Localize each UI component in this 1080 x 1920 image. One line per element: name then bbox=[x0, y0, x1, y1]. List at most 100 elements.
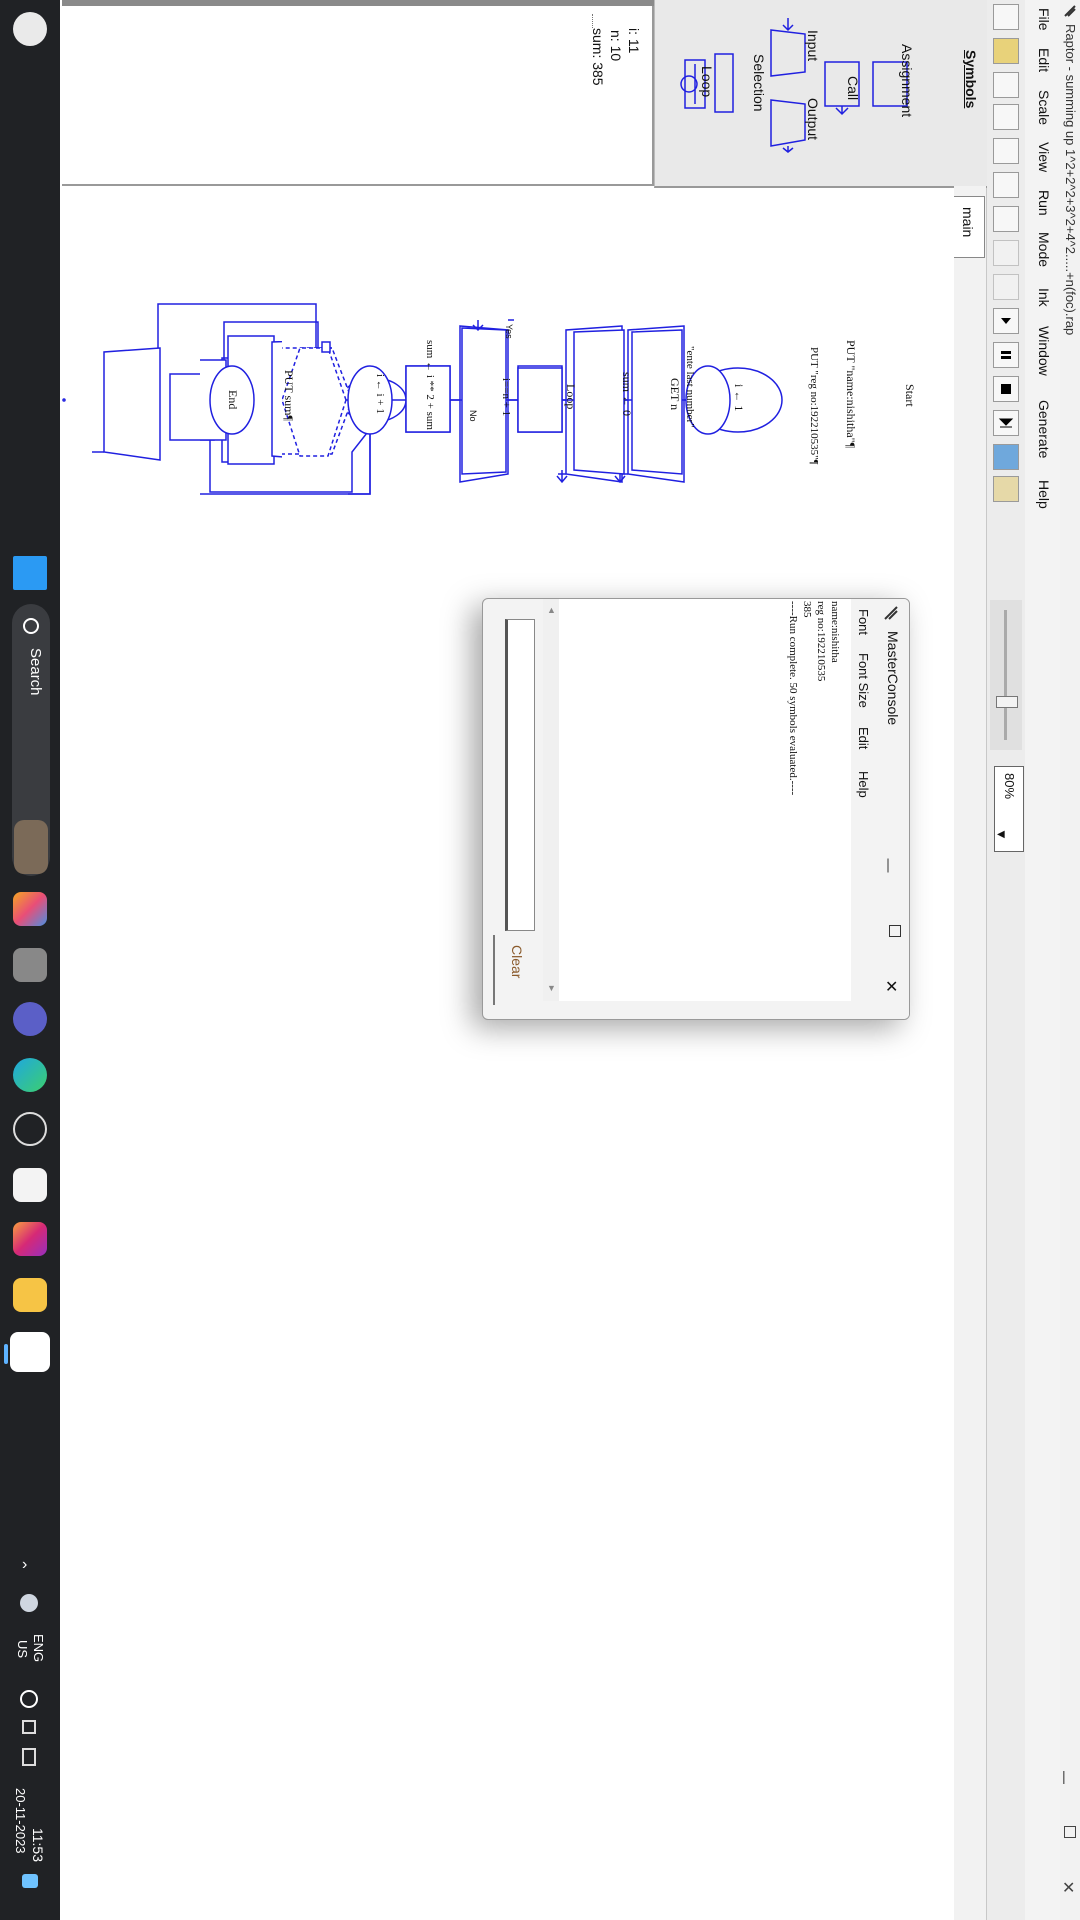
battery-icon[interactable] bbox=[22, 1748, 36, 1766]
search-icon bbox=[23, 618, 39, 634]
weather-small-icon[interactable] bbox=[20, 1594, 38, 1612]
clock-date[interactable]: 20-11-2023 bbox=[13, 1788, 28, 1854]
output-label: Output bbox=[805, 98, 821, 141]
search-label: Search bbox=[27, 648, 44, 696]
console-raptor-icon bbox=[883, 605, 899, 621]
console-close-button[interactable]: ✕ bbox=[885, 977, 898, 997]
search-box[interactable]: Search bbox=[12, 604, 50, 876]
copy-icon[interactable] bbox=[993, 138, 1019, 164]
spacer bbox=[200, 250, 210, 260]
console-menu-help[interactable]: Help bbox=[856, 771, 871, 798]
tab-main[interactable]: main bbox=[954, 196, 985, 258]
menu-view[interactable]: View bbox=[1036, 142, 1052, 172]
run-to-completion-icon[interactable] bbox=[993, 444, 1019, 470]
close-button[interactable]: ✕ bbox=[1062, 1878, 1075, 1898]
edge-icon[interactable] bbox=[13, 1058, 47, 1092]
region-label[interactable]: US bbox=[15, 1640, 30, 1658]
office-icon[interactable] bbox=[13, 892, 47, 926]
input-symbol[interactable] bbox=[770, 29, 806, 77]
taskbar: Search › ENG US 11:53 20-11-2023 bbox=[0, 0, 60, 1920]
tree-line bbox=[592, 14, 594, 28]
console-output[interactable]: name:nishitha reg no:192210535 385 ----R… bbox=[559, 599, 851, 1001]
console-menu-font[interactable]: Font bbox=[856, 609, 871, 635]
console-minimize-button[interactable] bbox=[887, 858, 889, 873]
instagram-icon[interactable] bbox=[13, 1222, 47, 1256]
scroll-left-icon[interactable]: ▲ bbox=[547, 605, 556, 615]
yes-label: Yes bbox=[504, 324, 514, 339]
console-menu-font-size[interactable]: Font Size bbox=[856, 653, 871, 708]
input-label: Input bbox=[805, 30, 821, 62]
get-var-label: GET n bbox=[668, 378, 682, 411]
chevron-up-icon[interactable]: › bbox=[22, 1556, 27, 1574]
language-label[interactable]: ENG bbox=[31, 1634, 46, 1662]
undo-icon[interactable] bbox=[993, 240, 1019, 266]
menu-help[interactable]: Help bbox=[1036, 480, 1052, 509]
put-reg-shape[interactable] bbox=[573, 329, 625, 475]
stop-icon[interactable] bbox=[993, 376, 1019, 402]
raptor-icon[interactable] bbox=[10, 1332, 50, 1372]
raptor-app-icon bbox=[1063, 4, 1077, 18]
clock-time[interactable]: 11:53 bbox=[30, 1828, 46, 1862]
watch-panel: i: 11 n: 10 sum: 385 bbox=[62, 0, 654, 186]
watch-var-n: n: 10 bbox=[608, 30, 624, 62]
clear-button[interactable]: Clear bbox=[493, 935, 531, 1005]
cut-icon[interactable] bbox=[993, 104, 1019, 130]
notification-icon[interactable] bbox=[22, 1874, 38, 1888]
new-file-icon[interactable] bbox=[993, 4, 1019, 30]
save-icon[interactable] bbox=[993, 72, 1019, 98]
weather-icon[interactable] bbox=[13, 12, 47, 46]
execute-icon[interactable] bbox=[993, 410, 1019, 436]
task-view-icon[interactable] bbox=[13, 948, 47, 982]
menu-window[interactable]: Window bbox=[1036, 326, 1052, 376]
body-sum-label: sum ← i ** 2 + sum bbox=[424, 340, 436, 430]
slider-track bbox=[1004, 610, 1007, 740]
slider-thumb[interactable] bbox=[996, 696, 1018, 708]
symbols-panel: Symbols Assignment Call Input Output Sel… bbox=[654, 0, 987, 188]
body-inc-label: i ← i + 1 bbox=[374, 374, 386, 414]
pause-icon[interactable] bbox=[993, 342, 1019, 368]
windows-start-icon[interactable] bbox=[13, 556, 47, 590]
assignment-label: Assignment bbox=[899, 44, 915, 118]
console-maximize-button[interactable] bbox=[889, 925, 901, 937]
scroll-right-icon[interactable]: ▼ bbox=[547, 983, 556, 993]
master-console-window[interactable]: MasterConsole ✕ Font Font Size Edit Help… bbox=[482, 598, 910, 1020]
speed-slider[interactable] bbox=[990, 600, 1022, 750]
menu-edit[interactable]: Edit bbox=[1036, 48, 1052, 72]
menu-mode[interactable]: Mode bbox=[1036, 232, 1052, 267]
volume-icon[interactable] bbox=[22, 1720, 36, 1734]
zoom-dropdown-icon[interactable]: ◀ bbox=[997, 829, 1005, 840]
flowchart-tail bbox=[209, 340, 282, 458]
open-file-icon[interactable] bbox=[993, 38, 1019, 64]
copilot-icon[interactable] bbox=[14, 820, 48, 874]
console-menu: Font Font Size Edit Help bbox=[851, 599, 875, 1019]
console-menu-edit[interactable]: Edit bbox=[856, 727, 871, 749]
symbols-heading: Symbols bbox=[963, 50, 979, 109]
put-reg-label: PUT "reg no:192210535"¶ bbox=[808, 347, 820, 465]
panel-scrollbar[interactable] bbox=[62, 0, 654, 6]
teams-icon[interactable] bbox=[13, 1002, 47, 1036]
globe-icon[interactable] bbox=[20, 1690, 38, 1708]
dell-icon[interactable] bbox=[13, 1112, 47, 1146]
selection-symbol[interactable] bbox=[714, 53, 734, 113]
menu-scale[interactable]: Scale bbox=[1036, 90, 1052, 125]
store-icon[interactable] bbox=[13, 1168, 47, 1202]
menu-bar: File Edit Scale View Run Mode Ink Window… bbox=[1024, 0, 1060, 1920]
file-explorer-icon[interactable] bbox=[13, 1278, 47, 1312]
menu-file[interactable]: File bbox=[1036, 8, 1052, 31]
console-input[interactable] bbox=[505, 619, 535, 931]
redo-icon[interactable] bbox=[993, 274, 1019, 300]
zoom-select[interactable]: 80% ◀ bbox=[994, 766, 1024, 852]
step-icon[interactable] bbox=[993, 308, 1019, 334]
output-symbol[interactable] bbox=[770, 99, 806, 147]
console-hscrollbar[interactable]: ▲ ▼ bbox=[543, 599, 559, 1001]
print-icon[interactable] bbox=[993, 206, 1019, 232]
pen-icon[interactable] bbox=[993, 476, 1019, 502]
minimize-button[interactable]: | bbox=[1062, 1768, 1066, 1784]
clear-button-label: Clear bbox=[509, 945, 525, 979]
menu-generate[interactable]: Generate bbox=[1036, 400, 1052, 458]
breakpoint-marker[interactable] bbox=[321, 341, 331, 353]
paste-icon[interactable] bbox=[993, 172, 1019, 198]
maximize-button[interactable] bbox=[1064, 1826, 1076, 1838]
menu-run[interactable]: Run bbox=[1036, 190, 1052, 216]
menu-ink[interactable]: Ink bbox=[1036, 288, 1052, 307]
